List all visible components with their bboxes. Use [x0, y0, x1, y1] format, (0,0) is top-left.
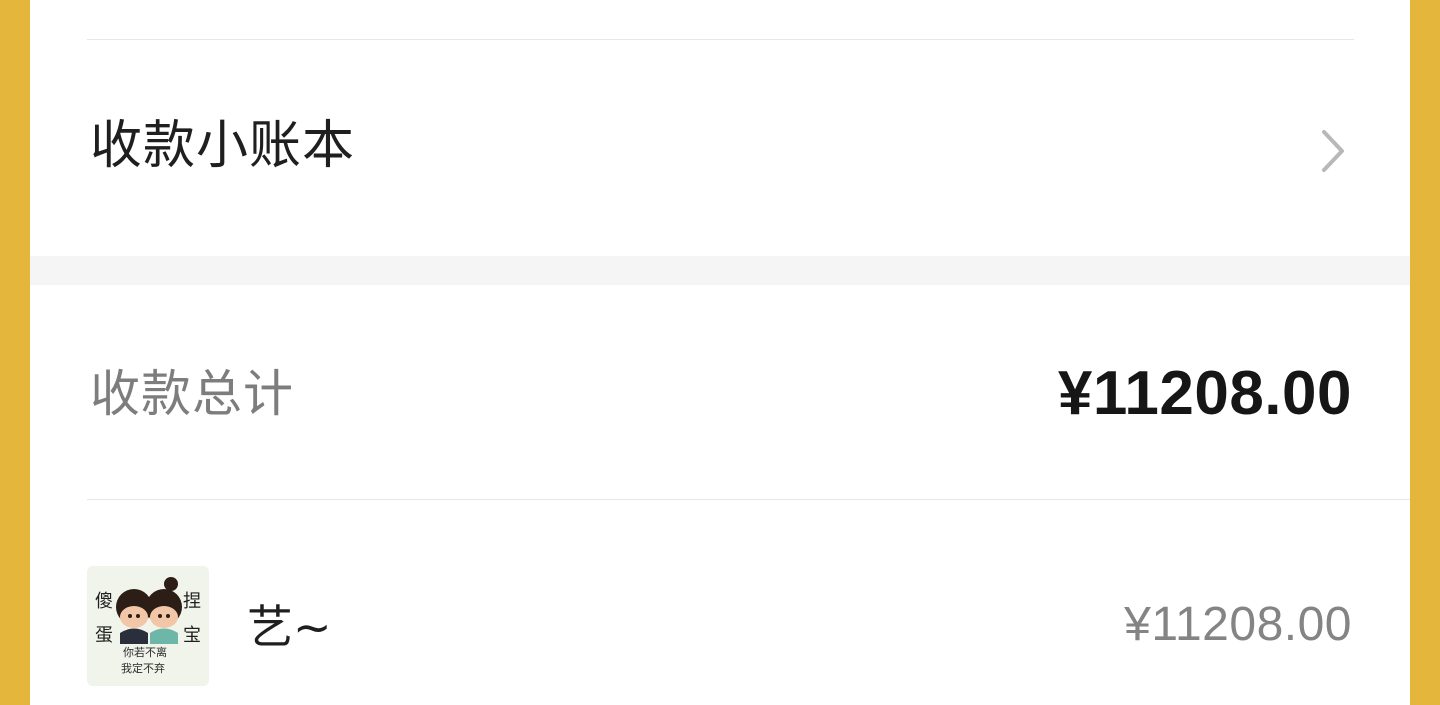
collection-total-amount: ¥11208.00: [1057, 359, 1352, 428]
avatar-caption-line1: 你若不离: [123, 645, 167, 659]
payment-ledger-label: 收款小账本: [90, 116, 356, 176]
avatar: 傻 蛋 捏 宝 你若不离 我定不弃: [87, 566, 209, 686]
avatar-left-text-line1: 傻: [95, 591, 113, 612]
payer-amount: ¥11208.00: [1124, 598, 1352, 651]
avatar-right-text-line1: 捏: [183, 591, 201, 612]
avatar-caption-line2: 我定不弃: [121, 661, 165, 675]
payer-row[interactable]: 傻 蛋 捏 宝 你若不离 我定不弃 艺~ ¥11208.00: [30, 500, 1410, 705]
payment-ledger-row[interactable]: 收款小账本: [30, 40, 1410, 256]
chevron-right-icon: [1322, 130, 1344, 172]
avatar-right-text-line2: 宝: [183, 625, 201, 646]
payer-name: 艺~: [247, 600, 332, 654]
cartoon-couple-avatar-icon: 傻 蛋 捏 宝 你若不离 我定不弃: [87, 566, 209, 686]
collection-total-label: 收款总计: [90, 365, 294, 423]
avatar-left-text-line2: 蛋: [95, 625, 113, 646]
collection-total-row: 收款总计 ¥11208.00: [30, 285, 1410, 500]
collection-card: 收款小账本 收款总计 ¥11208.00 傻 蛋 捏 宝 你若不离 我定不弃 艺…: [30, 0, 1410, 705]
section-separator: [30, 256, 1410, 285]
